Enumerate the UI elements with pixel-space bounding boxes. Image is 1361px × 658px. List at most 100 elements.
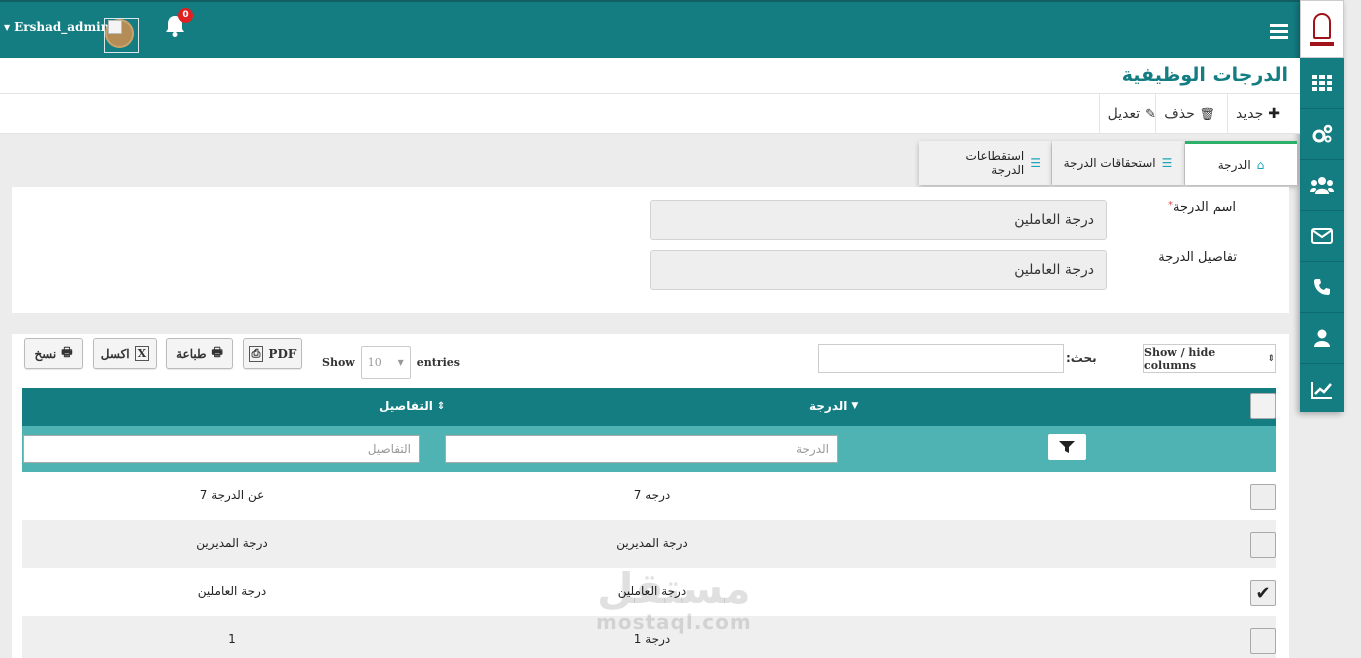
- user-menu[interactable]: ▼ Ershad_admin: [4, 20, 109, 34]
- users-icon: [1310, 177, 1334, 194]
- details-cell: 1: [228, 632, 236, 646]
- sidebar-item-contact[interactable]: [1300, 262, 1344, 313]
- top-bar: ▼ Ershad_admin 0: [0, 0, 1300, 58]
- user-icon: [1314, 329, 1330, 347]
- table-row[interactable]: درجة 1 1: [22, 616, 1276, 658]
- grade-cell: درجة العاملين: [617, 584, 687, 598]
- grade-filter-input[interactable]: الدرجة: [445, 435, 838, 463]
- page-length-control: Show 10 ▼ entries: [322, 346, 460, 379]
- edit-icon: ✎: [1145, 106, 1156, 122]
- page-title: الدرجات الوظيفية: [1121, 64, 1288, 86]
- pdf-file-icon: ⎙: [248, 345, 264, 362]
- grid-icon: [1312, 75, 1332, 91]
- delete-button-label: حذف: [1164, 106, 1195, 122]
- sort-desc-icon: ▼: [851, 401, 859, 411]
- column-visibility-button[interactable]: Show / hide columns ⇕: [1143, 344, 1276, 373]
- edit-button[interactable]: ✎ تعديل: [1098, 94, 1164, 134]
- print-button[interactable]: طباعة 🖶: [166, 338, 233, 369]
- tab-entitlements-label: استحقاقات الدرجة: [1063, 156, 1156, 170]
- page-length-value: 10: [367, 356, 382, 369]
- grade-name-field[interactable]: درجة العاملين: [650, 200, 1107, 240]
- sidebar-item-profile[interactable]: [1300, 313, 1344, 364]
- filter-icon[interactable]: [1048, 434, 1086, 460]
- grade-cell: درجه 7: [633, 488, 671, 502]
- details-filter-input[interactable]: التفاصيل: [23, 435, 420, 463]
- column-header-grade-label: الدرجة: [809, 399, 848, 413]
- action-toolbar: ✚ جديد 🗑 حذف ✎ تعديل: [0, 94, 1300, 134]
- tab-entitlements[interactable]: ☰ استحقاقات الدرجة: [1052, 141, 1184, 185]
- pdf-button-label: PDF: [268, 346, 297, 361]
- list-icon: ☰: [1030, 156, 1041, 170]
- grade-cell: درجة 1: [633, 632, 671, 646]
- sort-icon: ⇕: [436, 400, 446, 412]
- grade-name-label: اسم الدرجة*: [1168, 200, 1236, 215]
- tab-deductions[interactable]: ☰ استقطاعات الدرجة: [919, 141, 1051, 185]
- excel-button-label: اكسل: [100, 346, 130, 361]
- table-row[interactable]: ✔ درجة العاملين درجة العاملين: [22, 568, 1276, 616]
- new-button[interactable]: ✚ جديد: [1227, 94, 1288, 134]
- copy-button[interactable]: نسخ 🖶: [24, 338, 83, 369]
- sidebar-item-users[interactable]: [1300, 160, 1344, 211]
- table-search-label: بحث:: [1066, 351, 1097, 365]
- tab-grade-label: الدرجة: [1217, 157, 1251, 172]
- filter-row: الدرجة التفاصيل: [22, 426, 1276, 472]
- excel-file-icon: X: [134, 346, 150, 361]
- logo: [1300, 0, 1344, 58]
- column-header-grade[interactable]: ▼ الدرجة: [809, 399, 858, 413]
- trash-icon: 🗑: [1199, 107, 1215, 121]
- sidebar-item-reports[interactable]: [1300, 364, 1344, 415]
- tab-deductions-label: استقطاعات الدرجة: [965, 149, 1025, 177]
- entries-label: entries: [416, 356, 460, 369]
- pdf-button[interactable]: ⎙ PDF: [243, 338, 302, 369]
- row-checkbox[interactable]: [1250, 628, 1276, 654]
- details-cell: درجة المديرين: [196, 536, 268, 550]
- sidebar-item-dashboard[interactable]: [1300, 58, 1344, 109]
- row-checkbox[interactable]: [1250, 484, 1276, 510]
- sidebar-item-messages[interactable]: [1300, 211, 1344, 262]
- gears-icon: [1312, 124, 1333, 143]
- tab-grade[interactable]: ⌂ الدرجة: [1185, 141, 1297, 185]
- grade-form: اسم الدرجة* درجة العاملين تفاصيل الدرجة …: [12, 187, 1289, 313]
- column-header-details-label: التفاصيل: [379, 399, 433, 413]
- printer-icon: 🖶: [61, 345, 73, 359]
- select-all-checkbox[interactable]: [1250, 393, 1276, 419]
- new-button-label: جديد: [1236, 106, 1264, 122]
- row-checkbox-checked[interactable]: ✔: [1250, 580, 1276, 606]
- sort-arrows-icon: ⇕: [1267, 353, 1275, 364]
- row-checkbox[interactable]: [1250, 532, 1276, 558]
- column-header-details[interactable]: ⇕ التفاصيل: [379, 399, 445, 413]
- notification-badge: 0: [178, 8, 193, 23]
- page-length-select[interactable]: 10 ▼: [360, 346, 411, 379]
- broken-image-icon: [108, 20, 122, 34]
- edit-button-label: تعديل: [1107, 106, 1141, 122]
- grade-details-label: تفاصيل الدرجة: [1158, 250, 1237, 265]
- grade-details-field[interactable]: درجة العاملين: [650, 250, 1107, 290]
- grade-cell: درجة المديرين: [616, 536, 688, 550]
- envelope-icon: [1311, 228, 1333, 244]
- grades-table-card: نسخ 🖶 اكسل X طباعة 🖶 ⎙ PDF Show 10 ▼ ent…: [12, 334, 1289, 658]
- table-row[interactable]: درجه 7 عن الدرجة 7: [22, 472, 1276, 520]
- column-visibility-label: Show / hide columns: [1144, 345, 1216, 372]
- grade-name-label-text: اسم الدرجة: [1173, 200, 1236, 215]
- sidebar-item-settings[interactable]: [1300, 109, 1344, 160]
- show-label: Show: [322, 356, 355, 369]
- details-cell: درجة العاملين: [197, 584, 267, 598]
- username: Ershad_admin: [14, 20, 110, 34]
- home-icon: ⌂: [1256, 157, 1265, 172]
- caret-down-icon: ▼: [4, 22, 11, 32]
- menu-toggle-icon[interactable]: [1270, 24, 1288, 42]
- printer-icon: 🖶: [211, 345, 223, 359]
- table-header: ▼ الدرجة ⇕ التفاصيل: [22, 388, 1276, 426]
- avatar[interactable]: [104, 18, 139, 53]
- line-chart-icon: [1311, 381, 1332, 399]
- print-button-label: طباعة: [176, 346, 207, 361]
- delete-button[interactable]: 🗑 حذف: [1155, 94, 1223, 134]
- tab-bar: ☰ استقطاعات الدرجة ☰ استحقاقات الدرجة ⌂ …: [919, 141, 1297, 186]
- plus-icon: ✚: [1268, 106, 1280, 122]
- logo-text: [1310, 41, 1334, 46]
- excel-button[interactable]: اكسل X: [93, 338, 157, 369]
- title-bar: الدرجات الوظيفية: [0, 58, 1300, 94]
- table-row[interactable]: درجة المديرين درجة المديرين: [22, 520, 1276, 568]
- table-search-input[interactable]: [818, 344, 1064, 373]
- list-icon: ☰: [1161, 156, 1173, 170]
